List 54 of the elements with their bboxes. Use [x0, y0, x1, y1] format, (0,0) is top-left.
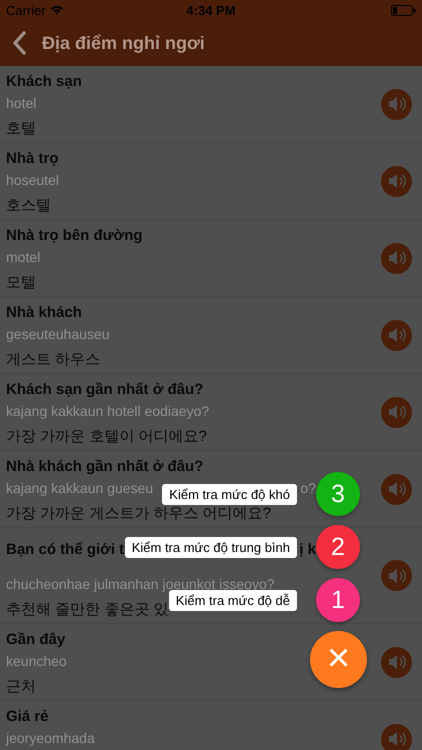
korean-text: 게스트 하우스 — [6, 351, 100, 369]
speaker-icon — [386, 249, 406, 267]
korean-text: 모텔 — [6, 274, 36, 292]
phrase-text: ị k — [299, 541, 316, 558]
phrase-text: Khách sạn — [6, 73, 82, 90]
speaker-button[interactable] — [381, 560, 412, 591]
speaker-button[interactable] — [381, 166, 412, 196]
speaker-icon — [386, 326, 406, 344]
romanization-text: jeoryeomhada — [6, 730, 95, 746]
speaker-icon — [386, 172, 406, 190]
korean-text: 가장 가까운 호텔이 어디에요? — [6, 428, 207, 446]
romanization-text: motel — [6, 248, 40, 264]
speaker-icon — [386, 653, 406, 671]
wifi-icon — [50, 5, 64, 15]
phrase-text: Nhà khách gần nhất ở đâu? — [6, 458, 204, 475]
korean-text: 가장 가까운 게스트가 하우스 어디에요? — [6, 505, 272, 523]
romanization-text: kajang kakkaun gueseu — [6, 480, 154, 496]
phrase-text: Khách sạn gần nhất ở đâu? — [6, 381, 204, 398]
speaker-button[interactable] — [381, 724, 412, 750]
romanization-text: o? — [300, 480, 316, 496]
phrase-text: Nhà trọ bên đường — [6, 227, 143, 244]
phrase-text: Giá rẻ — [6, 708, 49, 725]
speaker-icon — [386, 95, 406, 113]
speaker-button[interactable] — [381, 88, 412, 120]
romanization-text: chucheonhae julmanhan joeunkot isseoyo? — [6, 576, 275, 592]
romanization-text: geseuteuhauseu — [6, 326, 110, 342]
battery-icon — [391, 4, 416, 16]
romanization-text: keuncheo — [6, 652, 67, 668]
phrase-text: Gần đây — [6, 631, 66, 648]
romanization-text: hotel — [6, 94, 36, 110]
speaker-button[interactable] — [381, 242, 412, 274]
speaker-button[interactable] — [381, 320, 412, 350]
clock-time: 4:34 PM — [186, 2, 236, 18]
romanization-text: hoseutel — [6, 172, 59, 188]
korean-text: 호스텔 — [6, 197, 51, 215]
speaker-icon — [386, 403, 406, 421]
korean-text: 호텔 — [6, 120, 36, 138]
level-tooltip: Kiểm tra mức độ dễ — [168, 590, 297, 610]
speaker-icon — [386, 480, 406, 498]
speaker-button[interactable] — [381, 646, 412, 678]
level-tooltip: Kiểm tra mức độ khó — [162, 484, 297, 504]
korean-text: 추천해 줄만한 좋은곳 있 — [6, 601, 169, 619]
phrase-text: Nhà khách — [6, 304, 82, 321]
speaker-button[interactable] — [381, 396, 412, 428]
level-tooltip: Kiểm tra mức độ trung bình — [124, 536, 297, 558]
screen-title: Địa điểm nghỉ ngơi — [42, 32, 205, 54]
phrase-text: Nhà trọ — [6, 150, 58, 167]
speaker-button[interactable] — [381, 474, 412, 504]
speaker-icon — [386, 566, 406, 584]
korean-text: 근처 — [6, 678, 36, 696]
romanization-text: kajang kakkaun hotell eodiaeyo? — [6, 402, 210, 418]
speaker-icon — [386, 730, 406, 748]
phrase-text: Bạn có thể giới t — [6, 541, 124, 558]
carrier-label: Carrier — [6, 2, 46, 18]
